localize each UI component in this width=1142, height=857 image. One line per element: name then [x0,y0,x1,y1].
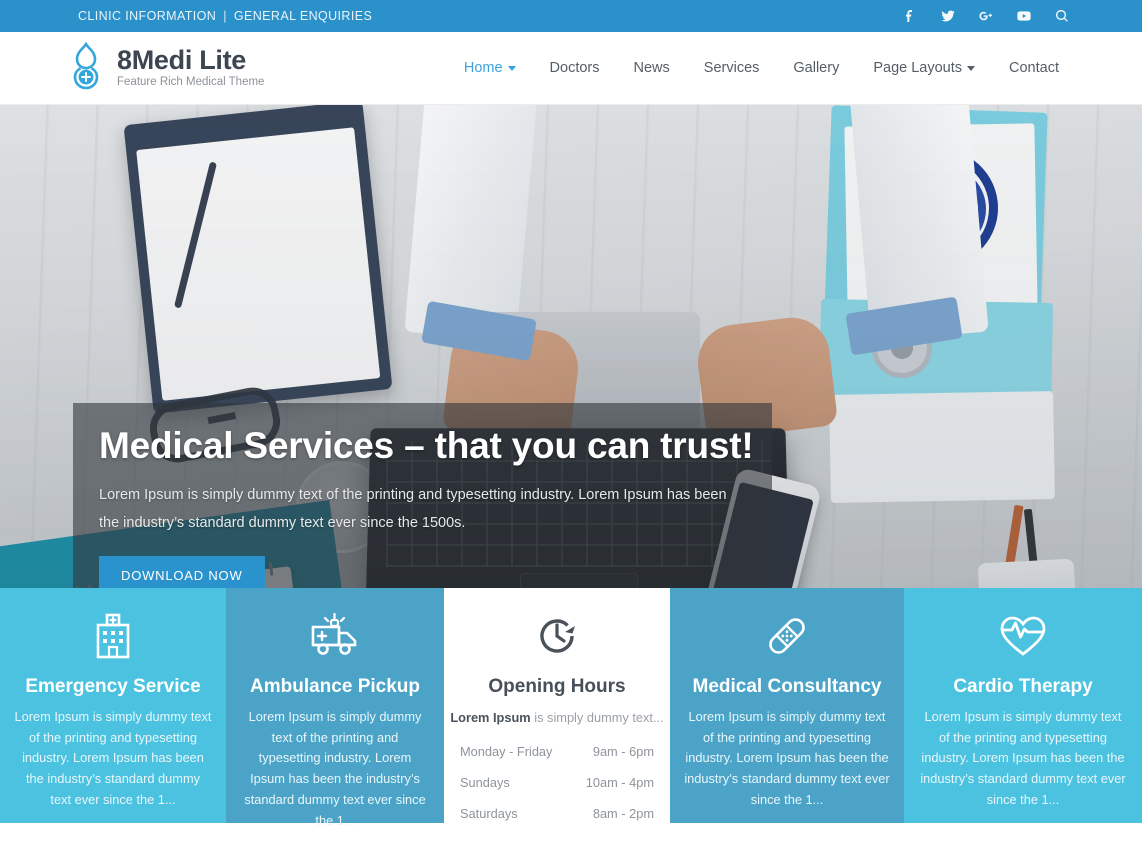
opening-hours-title: Opening Hours [488,676,626,697]
download-now-button[interactable]: DOWNLOAD NOW [99,555,265,588]
service-card-consultancy[interactable]: Medical Consultancy Lorem Ipsum is simpl… [670,588,904,823]
hours-day: Monday - Friday [460,744,553,759]
bandage-icon [670,610,904,662]
service-card-ambulance[interactable]: Ambulance Pickup Lorem Ipsum is simply d… [226,588,444,828]
top-utility-bar: CLINIC INFORMATION | GENERAL ENQUIRIES [0,0,1142,32]
hours-row: Monday - Friday 9am - 6pm [460,736,654,767]
search-icon[interactable] [1054,8,1070,24]
site-header: 8Medi Lite Feature Rich Medical Theme Ho… [0,32,1142,105]
clinic-information-link[interactable]: CLINIC INFORMATION [78,9,216,23]
service-card-cardio[interactable]: Cardio Therapy Lorem Ipsum is simply dum… [904,588,1142,823]
nav-item-contact[interactable]: Contact [992,60,1076,76]
ambulance-icon [226,610,444,662]
hours-time: 9am - 6pm [592,744,654,759]
service-card-title: Cardio Therapy [953,676,1093,697]
hero-slider: Medical Services – that you can trust! L… [0,105,1142,588]
service-card-body: Lorem Ipsum is simply dummy text of the … [684,709,890,807]
opening-hours-card[interactable]: Opening Hours Lorem Ipsum is simply dumm… [444,588,670,823]
chevron-down-icon [967,65,976,71]
hours-day: Saturdays [460,806,518,821]
opening-hours-table: Monday - Friday 9am - 6pm Sundays 10am -… [460,736,654,829]
brand-tagline: Feature Rich Medical Theme [117,76,265,89]
nav-item-page-layouts[interactable]: Page Layouts [856,60,992,76]
hero-title: Medical Services – that you can trust! [99,425,754,466]
social-links [902,8,1070,24]
nav-item-gallery[interactable]: Gallery [776,60,856,76]
heart-pulse-icon [904,610,1142,662]
hours-day: Sundays [460,775,510,790]
twitter-icon[interactable] [940,8,956,24]
opening-hours-lead-rest: is simply dummy text... [530,710,664,725]
main-navigation: Home Doctors News Services Gallery Page … [447,60,1076,76]
nav-item-home[interactable]: Home [447,60,533,76]
hero-subtitle: Lorem Ipsum is simply dummy text of the … [99,487,727,532]
medical-logo-icon [68,40,104,95]
service-card-title: Emergency Service [25,676,201,697]
opening-hours-lead-bold: Lorem Ipsum [450,710,531,725]
service-card-body: Lorem Ipsum is simply dummy text of the … [244,709,426,828]
hours-time: 10am - 4pm [585,775,654,790]
service-card-title: Medical Consultancy [692,676,882,697]
chevron-down-icon [507,65,516,71]
hero-caption-panel: Medical Services – that you can trust! L… [73,403,772,588]
hours-row: Saturdays 8am - 2pm [460,798,654,829]
topbar-links: CLINIC INFORMATION | GENERAL ENQUIRIES [78,9,372,23]
nav-item-services[interactable]: Services [687,60,777,76]
service-card-body: Lorem Ipsum is simply dummy text of the … [14,709,212,807]
nav-item-news[interactable]: News [617,60,687,76]
nav-label-page-layouts: Page Layouts [873,60,963,76]
nav-item-doctors[interactable]: Doctors [533,60,617,76]
hours-time: 8am - 2pm [592,806,654,821]
service-card-title: Ambulance Pickup [250,676,420,697]
topbar-separator: | [223,9,227,23]
nav-label-home: Home [463,60,503,76]
general-enquiries-link[interactable]: GENERAL ENQUIRIES [234,9,372,23]
brand-title: 8Medi Lite [117,45,247,76]
hospital-building-icon [0,610,226,662]
service-card-body: Lorem Ipsum is simply dummy text of the … [920,709,1126,807]
opening-hours-lead: Lorem Ipsum is simply dummy text... [444,710,670,725]
hours-row: Sundays 10am - 4pm [460,767,654,798]
service-card-emergency[interactable]: Emergency Service Lorem Ipsum is simply … [0,588,226,823]
youtube-icon[interactable] [1016,8,1032,24]
services-card-row: Emergency Service Lorem Ipsum is simply … [0,588,1142,828]
brand-logo[interactable]: 8Medi Lite Feature Rich Medical Theme [68,40,265,95]
google-plus-icon[interactable] [978,8,994,24]
facebook-icon[interactable] [902,8,918,24]
clock-history-icon [444,610,670,662]
